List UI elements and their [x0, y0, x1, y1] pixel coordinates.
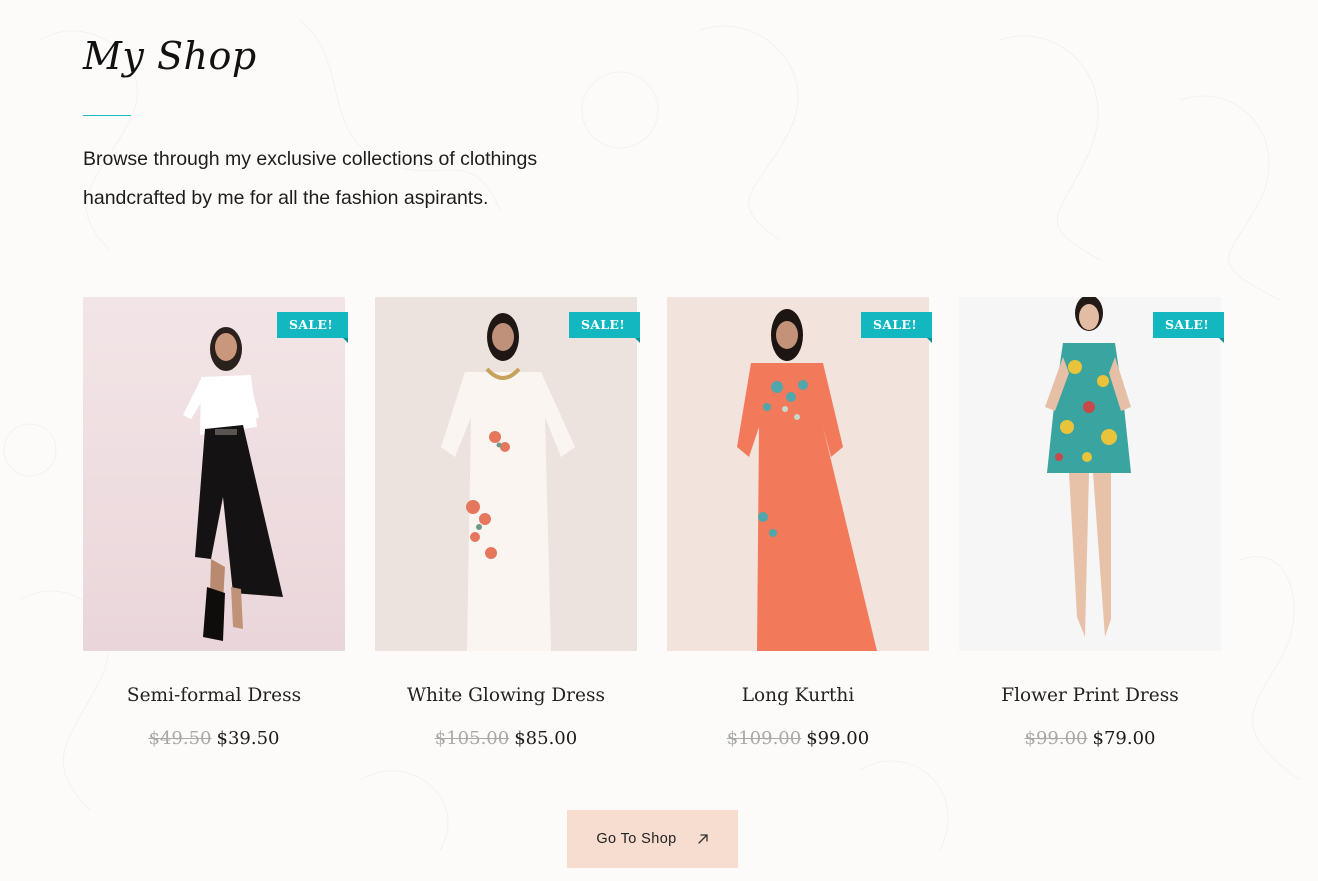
sale-badge-fold — [1221, 312, 1224, 338]
woman-floral-mini-dress-photo[interactable] — [959, 297, 1221, 651]
sale-badge: SALE! — [1153, 312, 1224, 343]
sale-price: $99.00 — [806, 728, 870, 749]
sale-badge: SALE! — [861, 312, 932, 343]
product-image-wrapper[interactable]: SALE! — [667, 297, 932, 651]
go-to-shop-label: Go To Shop — [596, 831, 677, 847]
sale-price: $39.50 — [216, 728, 280, 749]
sale-badge-fold — [637, 312, 640, 338]
product-name[interactable]: Long Kurthi — [742, 685, 855, 706]
product-grid: SALE! Semi-formal Dress $49.50 $39.50 SA… — [83, 297, 1235, 749]
product-price: $49.50 $39.50 — [149, 728, 280, 749]
section-intro: Browse through my exclusive collections … — [83, 140, 643, 218]
product-price: $105.00 $85.00 — [435, 728, 577, 749]
woman-white-kaftan-photo[interactable] — [375, 297, 637, 651]
original-price: $109.00 — [726, 728, 802, 749]
product-card[interactable]: SALE! Long Kurthi $109.00 $99.00 — [667, 297, 932, 749]
product-image-wrapper[interactable]: SALE! — [375, 297, 640, 651]
sale-badge-fold — [345, 312, 348, 338]
product-price: $109.00 $99.00 — [727, 728, 869, 749]
woman-orange-kaftan-photo[interactable] — [667, 297, 929, 651]
original-price: $99.00 — [1024, 728, 1088, 749]
title-divider — [83, 115, 131, 116]
sale-price: $85.00 — [514, 728, 578, 749]
arrow-up-right-icon — [698, 834, 708, 844]
product-name[interactable]: White Glowing Dress — [407, 685, 605, 706]
original-price: $105.00 — [434, 728, 510, 749]
product-image-wrapper[interactable]: SALE! — [959, 297, 1224, 651]
product-card[interactable]: SALE! Semi-formal Dress $49.50 $39.50 — [83, 297, 348, 749]
sale-badge: SALE! — [569, 312, 640, 343]
product-price: $99.00 $79.00 — [1025, 728, 1156, 749]
section-title: My Shop — [83, 34, 257, 78]
product-name[interactable]: Semi-formal Dress — [127, 685, 301, 706]
original-price: $49.50 — [148, 728, 212, 749]
sale-price: $79.00 — [1092, 728, 1156, 749]
intro-line-2: handcrafted by me for all the fashion as… — [83, 187, 489, 209]
product-card[interactable]: SALE! Flower Print Dress $99.00 $79.00 — [959, 297, 1224, 749]
product-card[interactable]: SALE! White Glowing Dress $105.00 $85.00 — [375, 297, 640, 749]
sale-badge-fold — [929, 312, 932, 338]
intro-line-1: Browse through my exclusive collections … — [83, 148, 538, 170]
go-to-shop-button[interactable]: Go To Shop — [567, 810, 738, 868]
shop-section: My Shop Browse through my exclusive coll… — [83, 0, 1235, 881]
product-image-wrapper[interactable]: SALE! — [83, 297, 348, 651]
sale-badge: SALE! — [277, 312, 348, 343]
product-name[interactable]: Flower Print Dress — [1001, 685, 1178, 706]
woman-black-skirt-photo[interactable] — [83, 297, 345, 651]
